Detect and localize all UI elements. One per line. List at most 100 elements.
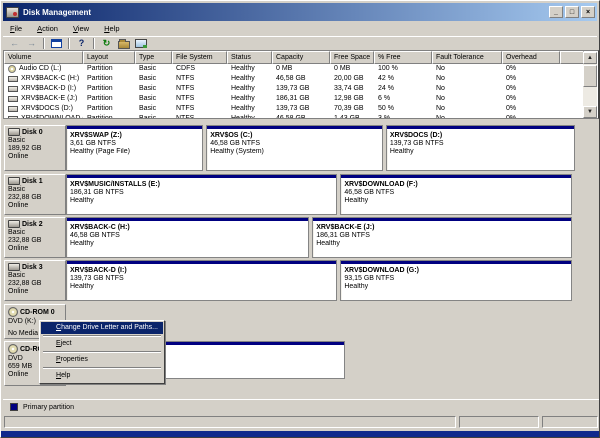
cell-layout: Partition xyxy=(83,74,135,84)
column-header-status[interactable]: Status xyxy=(227,51,272,64)
disk3-label[interactable]: Disk 3 Basic 232,88 GB Online xyxy=(4,260,66,301)
column-header-overhead[interactable]: Overhead xyxy=(502,51,560,64)
partition-status: Healthy xyxy=(313,240,571,248)
partition-status: Healthy xyxy=(67,240,308,248)
title-bar[interactable]: Disk Management _ □ × xyxy=(3,3,597,21)
partition-status: Healthy (Page File) xyxy=(67,148,202,156)
cd-drive-icon xyxy=(8,344,18,354)
close-button[interactable]: × xyxy=(581,6,595,18)
cell-status: Healthy xyxy=(227,114,272,119)
menu-item-help[interactable]: Help xyxy=(41,370,163,382)
help-button[interactable]: ? xyxy=(73,37,90,50)
scroll-down-button[interactable]: ▼ xyxy=(583,106,597,118)
table-row-back-e[interactable]: XRV$BACK-E (J:) Partition Basic NTFS Hea… xyxy=(4,94,584,104)
window-title: Disk Management xyxy=(23,8,547,17)
column-header-fault-tolerance[interactable]: Fault Tolerance xyxy=(432,51,502,64)
column-header-capacity[interactable]: Capacity xyxy=(272,51,330,64)
rescan-disks-button[interactable] xyxy=(132,37,149,50)
cell-capacity: 139,73 GB xyxy=(272,104,330,114)
toolbar: ← → ? ↻ xyxy=(3,36,597,50)
cell-fault-tolerance: No xyxy=(432,74,502,84)
partition-back-c-h[interactable]: XRV$BACK-C (H:) 46,58 GB NTFS Healthy xyxy=(66,217,309,258)
folder-icon xyxy=(118,41,130,49)
column-header-file-system[interactable]: File System xyxy=(172,51,227,64)
partition-status: Healthy xyxy=(341,283,570,291)
menu-item-change-drive-letter[interactable]: Change Drive Letter and Paths... xyxy=(41,322,163,334)
forward-icon: → xyxy=(27,39,36,48)
cell-capacity: 46,58 GB xyxy=(272,114,330,119)
disk3-partitions: XRV$BACK-D (I:) 139,73 GB NTFS Healthy X… xyxy=(66,260,578,301)
minimize-button[interactable]: _ xyxy=(549,6,563,18)
menu-help[interactable]: Help xyxy=(97,22,127,35)
partition-label: XRV$SWAP (Z:) xyxy=(67,130,202,140)
column-header-volume[interactable]: Volume xyxy=(4,51,83,64)
cell-file-system: NTFS xyxy=(172,84,227,94)
column-header-pct-free[interactable]: % Free xyxy=(374,51,432,64)
disk2-label[interactable]: Disk 2 Basic 232,88 GB Online xyxy=(4,217,66,258)
cd-icon xyxy=(8,65,16,73)
cell-fault-tolerance: No xyxy=(432,94,502,104)
table-row-audio-cd[interactable]: Audio CD (L:) Partition Basic CDFS Healt… xyxy=(4,64,584,74)
partition-music-installs-e[interactable]: XRV$MUSIC/INSTALLS (E:) 186,31 GB NTFS H… xyxy=(66,174,337,215)
status-section xyxy=(459,416,539,428)
disk-row-3: Disk 3 Basic 232,88 GB Online XRV$BACK-D… xyxy=(3,260,599,302)
menu-view[interactable]: View xyxy=(66,22,97,35)
forward-button[interactable]: → xyxy=(23,37,40,50)
scroll-up-button[interactable]: ▲ xyxy=(583,52,597,64)
properties-button[interactable] xyxy=(115,37,132,50)
back-button[interactable]: ← xyxy=(6,37,23,50)
refresh-icon: ↻ xyxy=(103,39,111,48)
disk-kind: Basic xyxy=(8,229,63,237)
table-row-download-f[interactable]: XRV$DOWNLOAD (F:) Partition Basic NTFS H… xyxy=(4,114,584,119)
partition-back-d-i[interactable]: XRV$BACK-D (I:) 139,73 GB NTFS Healthy xyxy=(66,260,337,301)
column-header-filler xyxy=(560,51,584,64)
menu-separator xyxy=(43,351,161,353)
table-row-docs[interactable]: XRV$DOCS (D:) Partition Basic NTFS Healt… xyxy=(4,104,584,114)
show-console-tree-button[interactable] xyxy=(48,37,65,50)
drive-icon xyxy=(8,116,18,119)
table-row-back-c[interactable]: XRV$BACK-C (H:) Partition Basic NTFS Hea… xyxy=(4,74,584,84)
partition-download-f[interactable]: XRV$DOWNLOAD (F:) 46,58 GB NTFS Healthy xyxy=(340,174,571,215)
cell-free-space: 33,74 GB xyxy=(330,84,374,94)
menu-item-eject[interactable]: Eject xyxy=(41,338,163,350)
cell-overhead: 0% xyxy=(502,64,560,74)
disk0-label[interactable]: Disk 0 Basic 189,92 GB Online xyxy=(4,125,66,171)
column-header-free-space[interactable]: Free Space xyxy=(330,51,374,64)
cell-file-system: NTFS xyxy=(172,74,227,84)
cell-overhead: 0% xyxy=(502,114,560,119)
column-header-type[interactable]: Type xyxy=(135,51,172,64)
menu-action[interactable]: Action xyxy=(30,22,66,35)
disk-row-1: Disk 1 Basic 232,88 GB Online XRV$MUSIC/… xyxy=(3,174,599,216)
partition-swap-z[interactable]: XRV$SWAP (Z:) 3,61 GB NTFS Healthy (Page… xyxy=(66,125,203,171)
cell-fault-tolerance: No xyxy=(432,104,502,114)
cell-type: Basic xyxy=(135,104,172,114)
disk-name: CD-ROM 0 xyxy=(20,309,55,316)
disk-size: 232,88 GB xyxy=(8,280,63,288)
status-section xyxy=(542,416,598,428)
legend-bar: Primary partition xyxy=(3,399,599,414)
scroll-thumb[interactable] xyxy=(583,65,597,87)
cell-overhead: 0% xyxy=(502,74,560,84)
partition-status: Healthy xyxy=(67,197,336,205)
partition-docs-d[interactable]: XRV$DOCS (D:) 139,73 GB NTFS Healthy xyxy=(386,125,575,171)
menu-file[interactable]: File xyxy=(3,22,30,35)
cell-overhead: 0% xyxy=(502,84,560,94)
partition-size: 186,31 GB NTFS xyxy=(313,232,571,240)
cell-free-space: 1,43 GB xyxy=(330,114,374,119)
cell-capacity: 186,31 GB xyxy=(272,94,330,104)
maximize-button[interactable]: □ xyxy=(565,6,579,18)
partition-download-g[interactable]: XRV$DOWNLOAD (G:) 93,15 GB NTFS Healthy xyxy=(340,260,571,301)
table-row-back-d[interactable]: XRV$BACK-D (I:) Partition Basic NTFS Hea… xyxy=(4,84,584,94)
partition-os-c[interactable]: XRV$OS (C:) 46,58 GB NTFS Healthy (Syste… xyxy=(206,125,383,171)
toolbar-separator xyxy=(93,38,95,49)
cd-drive-icon xyxy=(8,307,18,317)
partition-back-e-j[interactable]: XRV$BACK-E (J:) 186,31 GB NTFS Healthy xyxy=(312,217,572,258)
vertical-scrollbar[interactable]: ▲ ▼ xyxy=(583,52,597,118)
menu-item-properties[interactable]: Properties xyxy=(41,354,163,366)
column-header-layout[interactable]: Layout xyxy=(83,51,135,64)
disk-row-0: Disk 0 Basic 189,92 GB Online XRV$SWAP (… xyxy=(3,125,599,172)
disk1-label[interactable]: Disk 1 Basic 232,88 GB Online xyxy=(4,174,66,215)
cell-status: Healthy xyxy=(227,104,272,114)
refresh-button[interactable]: ↻ xyxy=(98,37,115,50)
cell-capacity: 139,73 GB xyxy=(272,84,330,94)
